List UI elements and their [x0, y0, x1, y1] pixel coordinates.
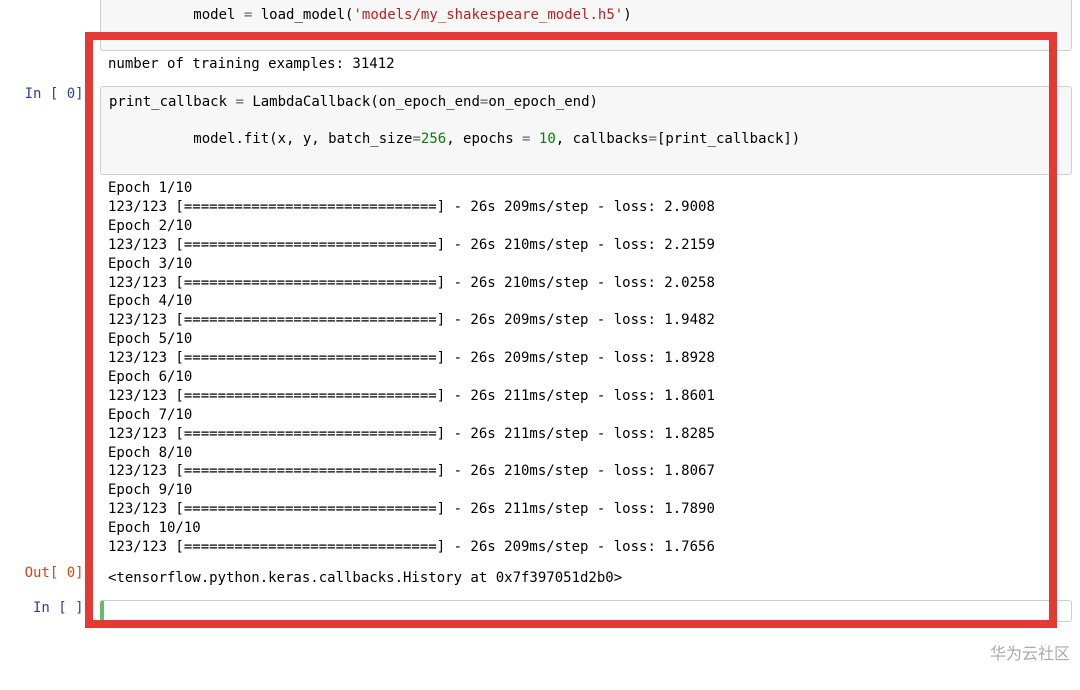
training-output: Epoch 1/10123/123 [=====================… [100, 175, 1072, 561]
prompt-in-train: In [ 0]: [8, 86, 100, 102]
epoch-progress-line: 123/123 [==============================]… [108, 349, 1064, 368]
model-path-string: 'models/my_shakespeare_model.h5' [353, 7, 623, 23]
epoch-progress-line: 123/123 [==============================]… [108, 198, 1064, 217]
out-cell: Out[ 0]: <tensorflow.python.keras.callba… [8, 565, 1072, 592]
watermark: 华为云社区 [990, 640, 1070, 664]
code-input-empty[interactable] [100, 600, 1072, 622]
code-input-top[interactable]: model = load_model('models/my_shakespear… [100, 0, 1072, 51]
epoch-header: Epoch 4/10 [108, 292, 1064, 311]
epoch-header: Epoch 2/10 [108, 217, 1064, 236]
epoch-progress-line: 123/123 [==============================]… [108, 311, 1064, 330]
epoch-header: Epoch 6/10 [108, 368, 1064, 387]
epoch-header: Epoch 10/10 [108, 519, 1064, 538]
epoch-progress-line: 123/123 [==============================]… [108, 462, 1064, 481]
code-cell-top: model = load_model('models/my_shakespear… [8, 0, 1072, 78]
code-cell-empty: In [ ]: [8, 600, 1072, 622]
code-input-train[interactable]: print_callback = LambdaCallback(on_epoch… [100, 86, 1072, 176]
code-cell-train: In [ 0]: print_callback = LambdaCallback… [8, 86, 1072, 561]
epoch-progress-line: 123/123 [==============================]… [108, 274, 1064, 293]
prompt-in-empty: In [ ]: [8, 600, 100, 616]
epoch-progress-line: 123/123 [==============================]… [108, 236, 1064, 255]
prompt-out: Out[ 0]: [8, 565, 100, 581]
epoch-header: Epoch 5/10 [108, 330, 1064, 349]
epoch-progress-line: 123/123 [==============================]… [108, 387, 1064, 406]
epoch-header: Epoch 3/10 [108, 255, 1064, 274]
epoch-header: Epoch 7/10 [108, 406, 1064, 425]
epoch-header: Epoch 8/10 [108, 444, 1064, 463]
out-text: <tensorflow.python.keras.callbacks.Histo… [100, 565, 1072, 592]
epoch-header: Epoch 9/10 [108, 481, 1064, 500]
epoch-progress-line: 123/123 [==============================]… [108, 425, 1064, 444]
epoch-progress-line: 123/123 [==============================]… [108, 538, 1064, 557]
epoch-progress-line: 123/123 [==============================]… [108, 500, 1064, 519]
cell0-output: number of training examples: 31412 [100, 51, 1072, 78]
epoch-header: Epoch 1/10 [108, 179, 1064, 198]
